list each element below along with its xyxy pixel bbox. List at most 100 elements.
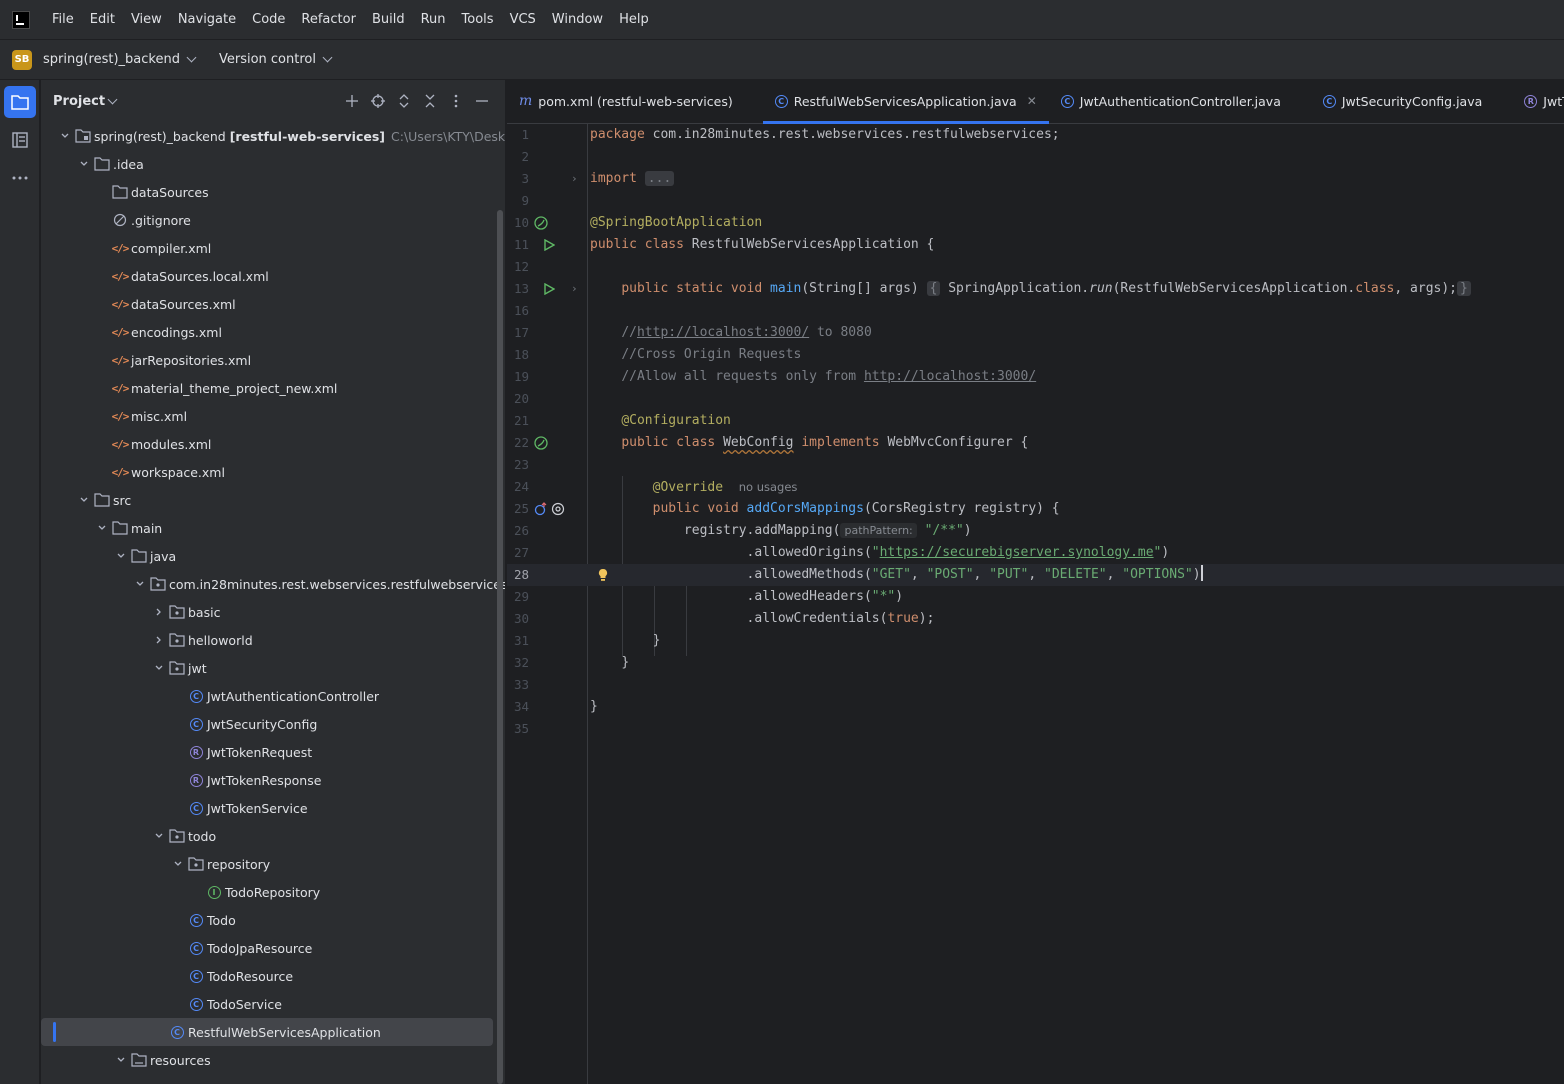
override-icon[interactable] bbox=[534, 502, 548, 516]
tree-item-idea[interactable]: .idea bbox=[41, 150, 505, 178]
tree-item-xml[interactable]: </> modules.xml bbox=[41, 430, 505, 458]
menu-run[interactable]: Run bbox=[413, 0, 454, 40]
spring-bean-icon[interactable] bbox=[534, 436, 548, 450]
add-icon[interactable] bbox=[339, 88, 365, 114]
hide-icon[interactable] bbox=[469, 88, 495, 114]
tab-restful-web-services-application[interactable]: C RestfulWebServicesApplication.java ✕ bbox=[762, 80, 1049, 124]
tree-item-basic[interactable]: basic bbox=[41, 598, 505, 626]
tree-item-jwt[interactable]: jwt bbox=[41, 654, 505, 682]
tree-item-datasources-folder[interactable]: dataSources bbox=[41, 178, 505, 206]
menu-navigate[interactable]: Navigate bbox=[170, 0, 244, 40]
tree-item-xml[interactable]: </> compiler.xml bbox=[41, 234, 505, 262]
tree-item-package[interactable]: com.in28minutes.rest.webservices.restful… bbox=[41, 570, 505, 598]
tree-item-class[interactable]: C TodoService bbox=[41, 990, 505, 1018]
code-line: 23 bbox=[507, 454, 1564, 476]
run-icon[interactable] bbox=[542, 238, 556, 252]
fold-expand-icon[interactable]: › bbox=[571, 168, 578, 190]
menu-code[interactable]: Code bbox=[244, 0, 293, 40]
chevron-down-icon[interactable] bbox=[112, 1051, 130, 1069]
menu-build[interactable]: Build bbox=[364, 0, 413, 40]
chevron-down-icon[interactable] bbox=[75, 491, 93, 509]
project-pane-title[interactable]: Project bbox=[53, 94, 105, 109]
tree-item-interface[interactable]: I TodoRepository bbox=[41, 878, 505, 906]
tree-item-resources[interactable]: resources bbox=[41, 1046, 505, 1074]
tree-item-class[interactable]: C TodoJpaResource bbox=[41, 934, 505, 962]
tree-item-xml[interactable]: </> workspace.xml bbox=[41, 458, 505, 486]
tree-item-label: .idea bbox=[113, 156, 144, 172]
chevron-down-icon[interactable] bbox=[150, 827, 168, 845]
tree-item-main[interactable]: main bbox=[41, 514, 505, 542]
more-tools-button[interactable] bbox=[4, 162, 36, 194]
tree-item-class[interactable]: C JwtTokenService bbox=[41, 794, 505, 822]
tab-jwt-security-config[interactable]: C JwtSecurityConfig.java bbox=[1311, 80, 1494, 123]
tree-item-helloworld[interactable]: helloworld bbox=[41, 626, 505, 654]
tree-item-class[interactable]: C JwtSecurityConfig bbox=[41, 710, 505, 738]
chevron-down-icon[interactable] bbox=[93, 519, 111, 537]
menu-edit[interactable]: Edit bbox=[82, 0, 123, 40]
tab-pom-xml[interactable]: m pom.xml (restful-web-services) bbox=[507, 80, 745, 123]
menu-vcs[interactable]: VCS bbox=[502, 0, 544, 40]
structure-tool-button[interactable] bbox=[4, 124, 36, 156]
chevron-down-icon[interactable] bbox=[131, 575, 149, 593]
spring-bean-icon[interactable] bbox=[534, 216, 548, 230]
menu-tools[interactable]: Tools bbox=[454, 0, 502, 40]
folded-brace[interactable]: { bbox=[926, 281, 941, 296]
tree-item-class[interactable]: C TodoResource bbox=[41, 962, 505, 990]
tree-item-class[interactable]: C Todo bbox=[41, 906, 505, 934]
chevron-down-icon[interactable] bbox=[75, 155, 93, 173]
menu-help[interactable]: Help bbox=[611, 0, 657, 40]
comment-link[interactable]: http://localhost:3000/ bbox=[864, 369, 1036, 384]
project-selector[interactable]: spring(rest)_backend bbox=[39, 52, 205, 67]
tree-root[interactable]: spring(rest)_backend [restful-web-servic… bbox=[41, 122, 505, 150]
tree-item-xml[interactable]: </> material_theme_project_new.xml bbox=[41, 374, 505, 402]
tree-item-repository[interactable]: repository bbox=[41, 850, 505, 878]
comment-link[interactable]: http://localhost:3000/ bbox=[637, 325, 809, 340]
tree-item-class[interactable]: C JwtAuthenticationController bbox=[41, 682, 505, 710]
tree-item-xml[interactable]: </> misc.xml bbox=[41, 402, 505, 430]
folded-imports[interactable]: ... bbox=[644, 171, 675, 186]
menu-file[interactable]: File bbox=[44, 0, 82, 40]
options-icon[interactable] bbox=[443, 88, 469, 114]
tree-item-java[interactable]: java bbox=[41, 542, 505, 570]
tree-item-xml[interactable]: </> dataSources.xml bbox=[41, 290, 505, 318]
tree-item-xml[interactable]: </> encodings.xml bbox=[41, 318, 505, 346]
tree-item-label: main bbox=[131, 520, 163, 536]
tree-item-gitignore[interactable]: .gitignore bbox=[41, 206, 505, 234]
collapse-all-icon[interactable] bbox=[417, 88, 443, 114]
tree-item-record[interactable]: R JwtTokenRequest bbox=[41, 738, 505, 766]
at-icon[interactable] bbox=[551, 502, 565, 516]
chevron-down-icon[interactable] bbox=[150, 659, 168, 677]
chevron-down-icon[interactable] bbox=[169, 855, 187, 873]
tree-item-src[interactable]: src bbox=[41, 486, 505, 514]
tab-jwt-token-request[interactable]: R JwtTokenRequest.ja bbox=[1512, 80, 1564, 123]
menu-refactor[interactable]: Refactor bbox=[293, 0, 364, 40]
locate-icon[interactable] bbox=[365, 88, 391, 114]
project-tool-button[interactable] bbox=[4, 86, 36, 118]
tree-item-application-class[interactable]: C RestfulWebServicesApplication bbox=[41, 1018, 493, 1046]
usages-hint[interactable]: no usages bbox=[739, 480, 798, 494]
expand-all-icon[interactable] bbox=[391, 88, 417, 114]
close-icon[interactable]: ✕ bbox=[1027, 94, 1037, 108]
chevron-down-icon[interactable] bbox=[56, 127, 74, 145]
chevron-right-icon[interactable] bbox=[150, 631, 168, 649]
fold-expand-icon[interactable]: › bbox=[571, 278, 578, 300]
tree-item-todo[interactable]: todo bbox=[41, 822, 505, 850]
chevron-down-icon[interactable] bbox=[112, 547, 130, 565]
tree-item-record[interactable]: R JwtTokenResponse bbox=[41, 766, 505, 794]
chevron-right-icon[interactable] bbox=[150, 603, 168, 621]
code-line: 10 @SpringBootApplication bbox=[507, 212, 1564, 234]
tab-jwt-authentication-controller[interactable]: C JwtAuthenticationController.java bbox=[1049, 80, 1293, 123]
menu-window[interactable]: Window bbox=[544, 0, 611, 40]
tree-item-xml[interactable]: </> dataSources.local.xml bbox=[41, 262, 505, 290]
project-pane-scrollbar[interactable] bbox=[497, 210, 503, 1084]
code-area[interactable]: 1 package com.in28minutes.rest.webservic… bbox=[507, 124, 1564, 1084]
folded-brace[interactable]: } bbox=[1457, 281, 1471, 296]
project-badge[interactable]: SB bbox=[12, 49, 32, 70]
intellij-logo-icon[interactable] bbox=[12, 10, 30, 29]
string-link[interactable]: https://securebigserver.synology.me bbox=[880, 545, 1154, 560]
run-icon[interactable] bbox=[542, 282, 556, 296]
tree-item-xml[interactable]: </> jarRepositories.xml bbox=[41, 346, 505, 374]
chevron-down-icon[interactable] bbox=[107, 94, 118, 104]
vcs-selector[interactable]: Version control bbox=[215, 52, 341, 67]
menu-view[interactable]: View bbox=[123, 0, 170, 40]
